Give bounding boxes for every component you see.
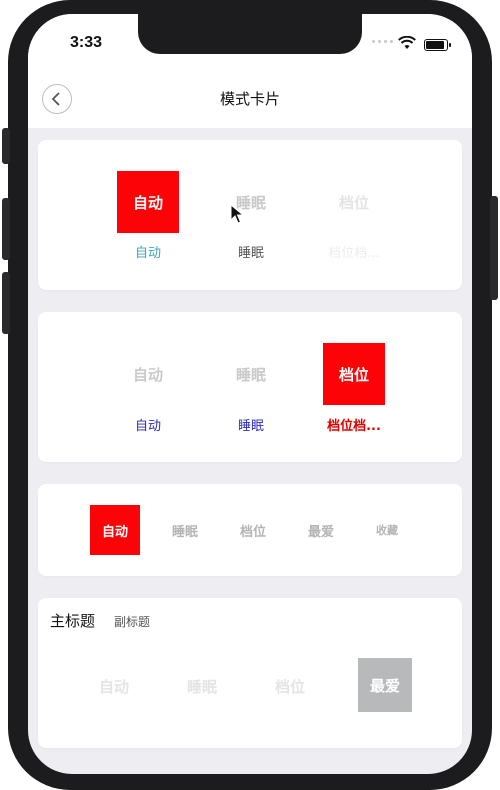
notch [138,14,362,54]
chip-favorite[interactable]: 最爱 [296,505,346,555]
page-title: 模式卡片 [219,90,280,108]
mode-tile-sleep[interactable]: 睡眠 [220,343,282,405]
mode-tile-favorite[interactable]: 最爱 [358,658,412,712]
nav-bar: 模式卡片 [28,68,472,128]
mode-tile-sleep[interactable]: 睡眠 [174,658,230,714]
mode-label-gear: 档位档... [328,246,380,261]
mode-label-gear: 档位档... [327,419,381,434]
mode-label-auto: 自动 [134,419,161,434]
main-title: 主标题 [50,612,96,630]
screen: 3:33 模式卡片 自动 睡眠 档位 自动 睡眠 档位档... 自动 睡眠 档位 [28,14,472,774]
mode-tile-auto[interactable]: 自动 [117,171,179,233]
volume-up-button [2,198,10,260]
power-button [490,196,498,300]
battery-icon [424,39,451,51]
chip-auto[interactable]: 自动 [90,505,140,555]
chip-collect[interactable]: 收藏 [362,505,412,555]
volume-down-button [2,272,10,334]
mode-tile-auto[interactable]: 自动 [117,343,179,405]
chip-sleep[interactable]: 睡眠 [160,505,210,555]
mute-switch [2,128,10,164]
mode-tile-gear[interactable]: 档位 [323,343,385,405]
mode-label-sleep: 睡眠 [237,419,264,434]
wifi-icon [398,36,416,49]
mode-card-2: 自动 睡眠 档位 自动 睡眠 档位档... [38,312,462,462]
mode-tile-gear[interactable]: 档位 [262,658,318,714]
mode-card-1: 自动 睡眠 档位 自动 睡眠 档位档... [38,140,462,290]
titled-mode-card: 主标题 副标题 自动 睡眠 档位 最爱 [38,598,462,748]
signal-icon [372,40,393,43]
mode-chip-card: 自动 睡眠 档位 最爱 收藏 [38,484,462,576]
sub-title: 副标题 [114,615,151,629]
mode-tile-gear[interactable]: 档位 [323,171,385,233]
mode-label-auto: 自动 [134,246,161,261]
mode-tile-auto[interactable]: 自动 [86,658,142,714]
status-time: 3:33 [70,34,103,51]
chip-gear[interactable]: 档位 [228,505,278,555]
mode-label-sleep: 睡眠 [237,246,264,261]
mouse-cursor-icon [230,204,244,224]
